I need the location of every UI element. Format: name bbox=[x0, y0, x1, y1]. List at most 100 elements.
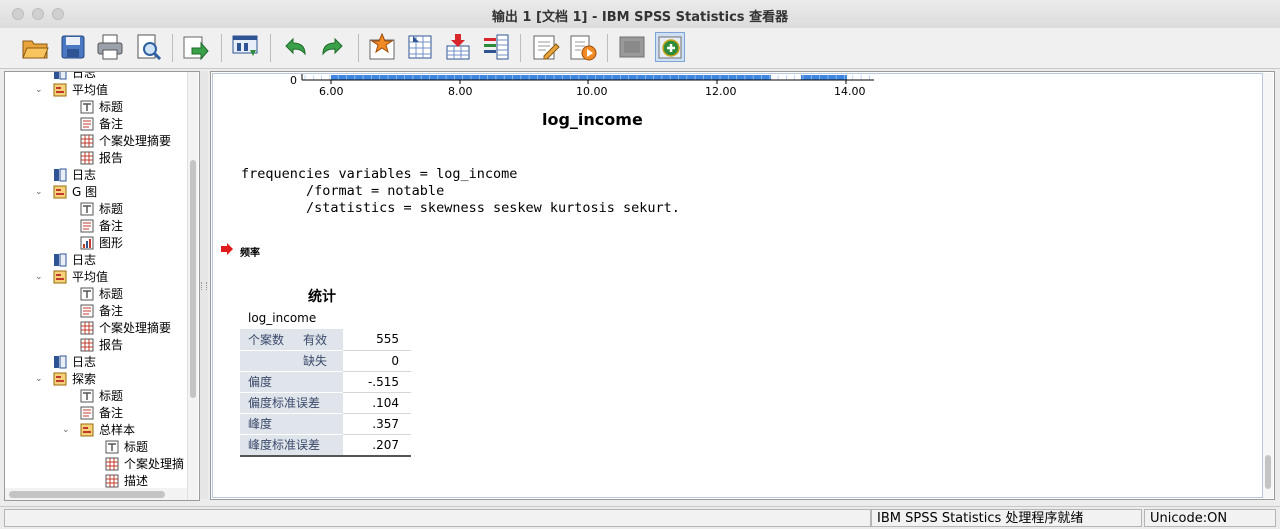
row-value: .104 bbox=[343, 392, 411, 414]
outline-scrollbar-thumb[interactable] bbox=[190, 160, 196, 398]
outline-item[interactable]: 备注 bbox=[80, 116, 123, 133]
outline-item[interactable]: 日志 bbox=[53, 71, 97, 82]
outline-item[interactable]: 日志 bbox=[53, 252, 96, 269]
title-bar: 输出 1 [文档 1] - IBM SPSS Statistics 查看器 bbox=[0, 0, 1280, 29]
recall-dialog-icon[interactable] bbox=[230, 32, 260, 62]
outline-item[interactable]: 个案处理摘要 bbox=[80, 133, 171, 150]
outline-item-label: 标题 bbox=[124, 440, 149, 454]
outline-item[interactable]: 个案处理摘 bbox=[105, 456, 184, 473]
tree-expand-toggle[interactable]: ⌄ bbox=[35, 82, 45, 99]
stats-table-variable: log_income bbox=[248, 311, 317, 325]
tree-expand-toggle[interactable]: ⌄ bbox=[35, 269, 45, 286]
outline-item[interactable]: 日志 bbox=[53, 354, 96, 371]
outline-item-label: 日志 bbox=[72, 71, 97, 80]
toolbar-separator bbox=[172, 34, 173, 62]
syntax-line: frequencies variables = log_income bbox=[241, 166, 518, 182]
outline-item[interactable]: 报告 bbox=[80, 337, 123, 354]
title-icon bbox=[105, 440, 119, 454]
table-row: 峰度标准误差 .207 bbox=[240, 434, 411, 456]
outline-item[interactable]: 标题 bbox=[80, 99, 123, 116]
table-icon bbox=[80, 134, 94, 148]
procedure-icon bbox=[53, 372, 67, 386]
row-value: .207 bbox=[343, 434, 411, 456]
x-tick-label: 14.00 bbox=[834, 85, 866, 98]
section-title[interactable]: 频率 bbox=[240, 244, 260, 259]
outline-item-label: 备注 bbox=[99, 117, 124, 131]
outline-item-label: 平均值 bbox=[72, 83, 109, 97]
outline-item-label: G 图 bbox=[72, 185, 98, 199]
row-value: -.515 bbox=[343, 371, 411, 393]
log-icon bbox=[54, 355, 67, 369]
outline-item-label: 总样本 bbox=[99, 423, 136, 437]
syntax-line: /statistics = skewness seskew kurtosis s… bbox=[241, 200, 680, 216]
outline-item[interactable]: G 图 bbox=[53, 184, 97, 201]
outline-horizontal-scrollbar[interactable] bbox=[5, 488, 187, 500]
outline-item[interactable]: 标题 bbox=[80, 286, 123, 303]
outline-item-label: 描述 bbox=[124, 474, 149, 488]
export-icon[interactable] bbox=[180, 32, 210, 62]
tree-expand-toggle[interactable]: ⌄ bbox=[35, 371, 45, 388]
toolbar-separator bbox=[270, 34, 271, 62]
outline-vertical-scrollbar[interactable] bbox=[187, 72, 198, 500]
selected-item-arrow-icon bbox=[220, 242, 234, 256]
outline-item[interactable]: 平均值 bbox=[53, 269, 108, 286]
tree-expand-toggle[interactable]: ⌄ bbox=[62, 422, 72, 439]
undo-icon[interactable] bbox=[280, 32, 310, 62]
outline-item[interactable]: 总样本 bbox=[80, 422, 135, 439]
procedure-icon bbox=[53, 185, 67, 199]
goto-case-icon[interactable] bbox=[367, 32, 397, 62]
output-scrollbar-thumb[interactable] bbox=[1265, 455, 1271, 489]
outline-item-label: 报告 bbox=[99, 338, 124, 352]
tree-expand-toggle[interactable]: ⌄ bbox=[35, 184, 45, 201]
table-bottom-rule bbox=[240, 455, 411, 457]
syntax-line: /format = notable bbox=[241, 183, 445, 199]
table-row: 缺失 0 bbox=[240, 350, 411, 372]
outline-item-label: 个案处理摘要 bbox=[99, 321, 172, 335]
title-icon bbox=[80, 100, 94, 114]
table-icon bbox=[80, 321, 94, 335]
chart-icon bbox=[80, 236, 94, 250]
outline-item[interactable]: 标题 bbox=[80, 201, 123, 218]
variables-icon[interactable] bbox=[481, 32, 511, 62]
outline-item[interactable]: 日志 bbox=[53, 167, 96, 184]
outline-item[interactable]: 个案处理摘要 bbox=[80, 320, 171, 337]
outline-item[interactable]: 备注 bbox=[80, 218, 123, 235]
open-icon[interactable] bbox=[20, 32, 50, 62]
outline-item-label: 备注 bbox=[99, 219, 124, 233]
status-unicode: Unicode:ON bbox=[1144, 509, 1276, 527]
hide-icon[interactable] bbox=[617, 32, 647, 62]
outline-hscroll-thumb[interactable] bbox=[9, 491, 165, 498]
show-icon[interactable] bbox=[655, 32, 685, 62]
outline-item[interactable]: 备注 bbox=[80, 303, 123, 320]
table-row: 偏度标准误差 .104 bbox=[240, 392, 411, 414]
outline-item[interactable]: 探索 bbox=[53, 371, 96, 388]
outline-item[interactable]: 报告 bbox=[80, 150, 123, 167]
outline-item-label: 个案处理摘 bbox=[124, 457, 185, 471]
status-processor: IBM SPSS Statistics 处理程序就绪 bbox=[871, 509, 1142, 527]
run-script-icon[interactable] bbox=[567, 32, 597, 62]
title-icon bbox=[80, 202, 94, 216]
edit-icon[interactable] bbox=[530, 32, 560, 62]
goto-variable-icon[interactable] bbox=[405, 32, 435, 62]
save-icon[interactable] bbox=[58, 32, 88, 62]
window-title: 输出 1 [文档 1] - IBM SPSS Statistics 查看器 bbox=[491, 10, 789, 25]
procedure-icon bbox=[53, 83, 67, 97]
outline-item[interactable]: 标题 bbox=[105, 439, 148, 456]
outline-item-label: 日志 bbox=[72, 355, 97, 369]
outline-item[interactable]: 图形 bbox=[80, 235, 123, 252]
redo-icon[interactable] bbox=[318, 32, 348, 62]
outline-item[interactable]: 标题 bbox=[80, 388, 123, 405]
x-tick-label: 10.00 bbox=[576, 85, 608, 98]
output-scrollbar[interactable] bbox=[1263, 73, 1273, 498]
insert-cases-icon[interactable] bbox=[443, 32, 473, 62]
splitter-grip[interactable] bbox=[201, 282, 207, 290]
table-icon bbox=[80, 151, 94, 165]
outline-item[interactable]: 平均值 bbox=[53, 82, 108, 99]
print-preview-icon[interactable] bbox=[133, 32, 163, 62]
row-value: .357 bbox=[343, 413, 411, 435]
outline-pane[interactable]: 日志 ⌄ 平均值 标题 备注 个案处理摘要 报告 日志 ⌄ G 图标题 备注 图形 日志 ⌄ 平均值 标题 备注… bbox=[4, 71, 200, 501]
output-pane[interactable]: 0 6.00 8.00 10.00 12.00 14.00 log_income fre… bbox=[210, 71, 1275, 500]
print-icon[interactable] bbox=[95, 32, 125, 62]
outline-item[interactable]: 备注 bbox=[80, 405, 123, 422]
stats-table[interactable]: 个案数 有效 555 缺失 0 偏度 -.515 偏度标准误差 .104 峰度 .357 峰度标准误差… bbox=[240, 329, 411, 456]
